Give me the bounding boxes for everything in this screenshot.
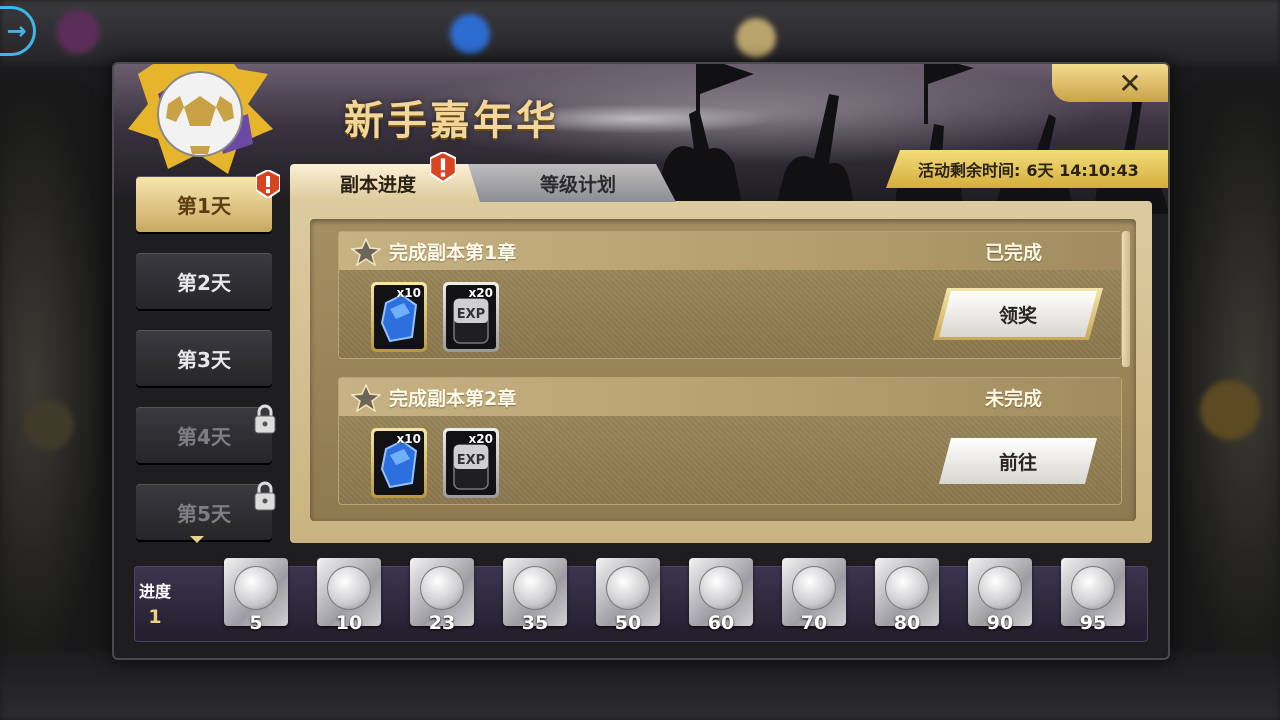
milestone-value: 70 [800,612,828,634]
day-tab-1[interactable]: 第1天 [136,170,280,232]
milestone-value: 90 [986,612,1014,634]
close-icon: ✕ [1118,66,1142,100]
soccer-ball-icon [513,566,557,610]
soccer-ball-icon [792,566,836,610]
task-header: 完成副本第1章 已完成 [339,232,1121,270]
milestone-chest[interactable]: 90 [962,554,1038,642]
day-tab-5[interactable]: 第5天 [136,481,276,540]
reward-count: x10 [396,432,421,446]
scrollbar[interactable] [1122,231,1130,367]
tab-bar: 等级计划 副本进度 [290,152,700,204]
task-item: 完成副本第2章 未完成 x10 EXP x20 前往 [338,377,1122,505]
reward-item[interactable]: EXP x20 [443,282,499,352]
day-tab-4[interactable]: 第4天 [136,404,276,463]
bg-bottom [0,650,1280,720]
milestone-chest[interactable]: 23 [404,554,480,642]
day-tab-2[interactable]: 第2天 [136,253,272,309]
bg-avatar-blob [56,10,100,54]
milestone-value: 60 [707,612,735,634]
alert-icon [430,152,456,182]
bg-badge-blob [24,400,74,450]
milestone-value: 5 [249,612,263,634]
reward-count: x20 [468,286,493,300]
day-label: 第2天 [177,270,231,295]
progress-strip: 进度 1 5 10 23 35 50 60 70 80 90 95 [134,558,1148,642]
task-status: 未完成 [985,388,1043,410]
bg-trophy-blob [1200,380,1260,440]
milestone-chest[interactable]: 70 [776,554,852,642]
reward-count: x20 [468,432,493,446]
reward-item[interactable]: x10 [371,428,427,498]
close-button[interactable]: ✕ [1052,64,1168,102]
milestone-value: 95 [1079,612,1107,634]
milestone-value: 10 [335,612,363,634]
go-to-button[interactable]: 前往 [939,438,1097,484]
bg-topbar [0,0,1280,64]
task-list[interactable]: 完成副本第1章 已完成 x10 EXP x20 领奖 完成副本第2章 未完成 x… [310,219,1136,521]
soccer-ball-icon [978,566,1022,610]
soccer-ball-icon [606,566,650,610]
milestone-value: 35 [521,612,549,634]
event-title: 新手嘉年华 [344,97,559,144]
milestone-chest[interactable]: 50 [590,554,666,642]
milestone-chest[interactable]: 35 [497,554,573,642]
bg-gem-blob [450,14,490,54]
svg-text:EXP: EXP [457,453,485,468]
milestone-value: 50 [614,612,642,634]
milestone-value: 80 [893,612,921,634]
scroll-down-indicator-icon[interactable] [190,536,204,543]
soccer-ball-icon [327,566,371,610]
event-panel: 新手嘉年华 ✕ 活动剩余时间: 6天 14:10:43 第1天 第2天 第3天 [112,62,1170,660]
bg-side-left [0,80,108,680]
day-label: 第3天 [177,347,231,372]
lock-icon [254,481,276,511]
reward-item[interactable]: x10 [371,282,427,352]
bg-coin-blob [736,18,776,58]
blue-gem-icon: x10 [374,431,424,495]
soccer-ball-emblem-icon [128,64,273,174]
timer-value: 6天 14:10:43 [1026,161,1139,180]
day-list: 第1天 第2天 第3天 第4天 第5天 [136,170,280,561]
soccer-ball-icon [234,566,278,610]
reward-count: x10 [396,286,421,300]
task-status: 已完成 [985,242,1043,264]
day-tab-3[interactable]: 第3天 [136,330,272,386]
task-item: 完成副本第1章 已完成 x10 EXP x20 领奖 [338,231,1122,359]
soccer-ball-icon [420,566,464,610]
day-label: 第5天 [177,501,231,526]
milestone-chest[interactable]: 60 [683,554,759,642]
reward-item[interactable]: EXP x20 [443,428,499,498]
tab-level-plan[interactable]: 等级计划 [466,164,676,202]
progress-value: 1 [148,606,162,628]
lock-icon [254,404,276,434]
blue-gem-icon: x10 [374,285,424,349]
task-title: 完成副本第2章 [389,388,517,410]
task-content: 完成副本第1章 已完成 x10 EXP x20 领奖 完成副本第2章 未完成 x… [290,201,1152,543]
star-icon [351,238,381,266]
milestone-chest[interactable]: 80 [869,554,945,642]
task-title: 完成副本第1章 [389,242,517,264]
claim-reward-button[interactable]: 领奖 [939,291,1097,337]
soccer-ball-icon [1071,566,1115,610]
tab-label: 副本进度 [339,173,416,196]
milestone-chest[interactable]: 95 [1055,554,1131,642]
svg-text:EXP: EXP [457,307,485,322]
day-label: 第1天 [177,193,231,218]
milestone-value: 23 [428,612,456,634]
day-label: 第4天 [177,424,231,449]
task-header: 完成副本第2章 未完成 [339,378,1121,416]
star-icon [351,384,381,412]
event-timer: 活动剩余时间: 6天 14:10:43 [886,150,1168,188]
tab-label: 等级计划 [539,173,616,196]
milestone-chest[interactable]: 5 [218,554,294,642]
timer-label: 活动剩余时间: [918,161,1021,180]
exp-card-icon: EXP x20 [446,285,496,349]
soccer-ball-icon [699,566,743,610]
exp-card-icon: EXP x20 [446,431,496,495]
milestone-chest[interactable]: 10 [311,554,387,642]
soccer-ball-icon [885,566,929,610]
progress-label: 进度 [138,582,171,601]
